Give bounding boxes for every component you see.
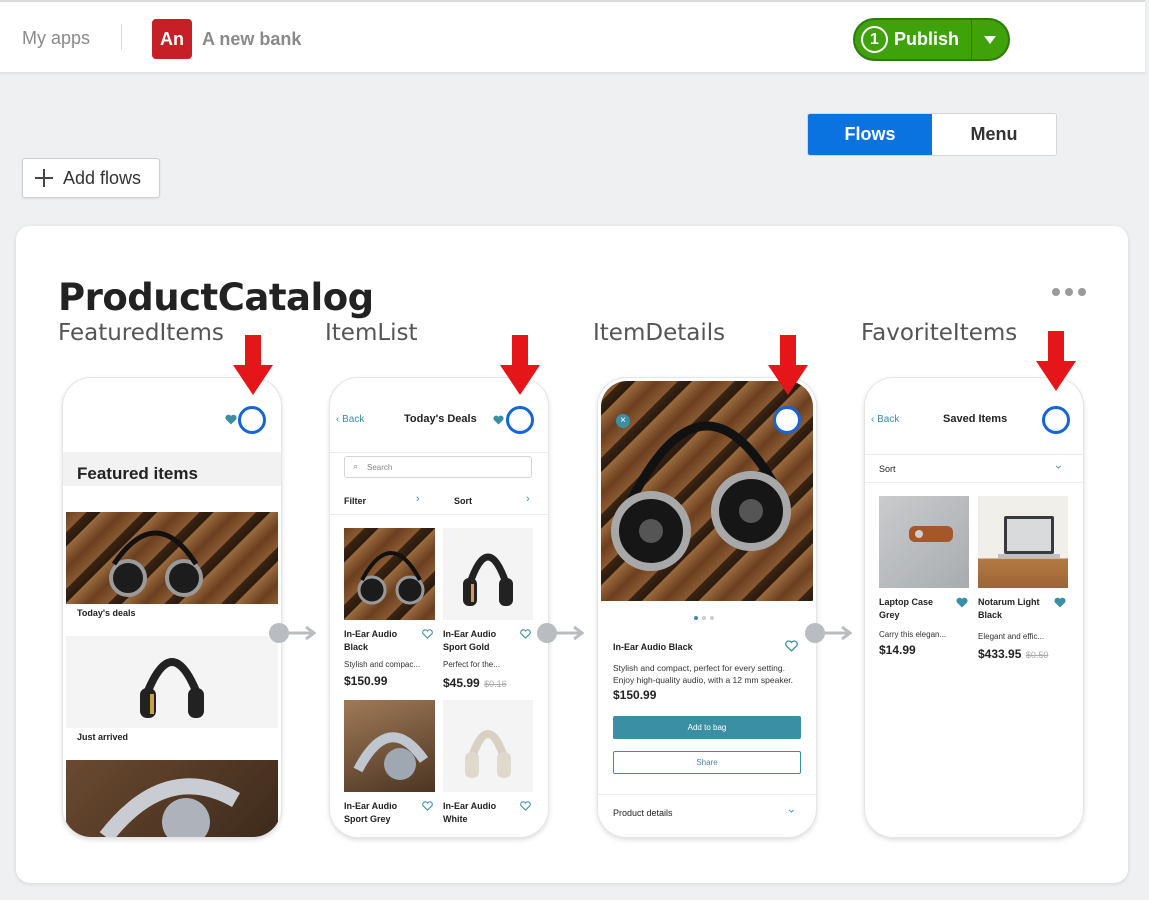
heart-outline-icon xyxy=(422,629,433,639)
section-label: Just arrived xyxy=(77,732,129,742)
screen-label-featured-items[interactable]: FeaturedItems xyxy=(58,320,224,346)
red-arrow-annotation-icon xyxy=(1036,331,1076,391)
screen-thumbnail-item-details[interactable]: × In-Ear Audio Black Stylish and compact… xyxy=(598,378,816,837)
red-arrow-annotation-icon xyxy=(500,335,540,395)
screen-thumbnail-favorite-items[interactable]: ‹ Back Saved Items Sort › Laptop Case Gre… xyxy=(865,378,1083,837)
add-flows-button[interactable]: Add flows xyxy=(22,158,160,198)
product-details-row: Product details xyxy=(613,808,673,818)
red-arrow-annotation-icon xyxy=(768,335,808,395)
section-label: Today's deals xyxy=(77,608,136,618)
more-options-icon[interactable] xyxy=(1052,288,1086,296)
carousel-dots xyxy=(694,616,714,620)
product-image xyxy=(879,496,969,588)
top-bar: My apps An A new bank 1 Publish xyxy=(0,0,1145,73)
view-switcher: Flows Menu xyxy=(807,113,1057,156)
chevron-right-icon: › xyxy=(416,493,420,505)
screen-title: Saved Items xyxy=(943,413,1008,425)
add-to-bag-button: Add to bag xyxy=(613,716,801,739)
my-apps-link[interactable]: My apps xyxy=(22,28,90,49)
product-name: Laptop Case Grey xyxy=(879,597,934,620)
close-icon: × xyxy=(616,414,630,428)
product-price: $150.99 xyxy=(613,688,657,702)
select-start-screen-radio[interactable] xyxy=(1042,406,1070,434)
screen-thumbnail-item-list[interactable]: ‹ Back Today's Deals ⌕ Search Filter › S… xyxy=(330,378,548,837)
publish-count-badge: 1 xyxy=(861,26,888,53)
tab-flows[interactable]: Flows xyxy=(808,114,932,155)
back-link: ‹ Back xyxy=(336,414,365,425)
heart-filled-icon xyxy=(493,415,504,425)
tab-menu[interactable]: Menu xyxy=(932,114,1056,155)
heart-outline-icon xyxy=(422,801,433,811)
product-image xyxy=(443,528,533,620)
screen-label-item-details[interactable]: ItemDetails xyxy=(593,320,725,346)
product-description: Stylish and compac... xyxy=(344,660,421,669)
heart-filled-icon xyxy=(225,414,237,425)
back-link: ‹ Back xyxy=(871,414,900,425)
app-avatar[interactable]: An xyxy=(152,19,192,59)
publish-label: Publish xyxy=(894,29,960,49)
publish-button[interactable]: 1 Publish xyxy=(855,20,971,59)
chevron-right-icon: › xyxy=(526,493,530,505)
caret-down-icon xyxy=(984,35,996,44)
flow-connector-arrow xyxy=(537,623,584,643)
flow-connector-arrow xyxy=(805,623,852,643)
flow-title: ProductCatalog xyxy=(58,276,374,319)
product-description: Elegant and effic... xyxy=(978,632,1045,641)
product-description: Carry this elegan... xyxy=(879,630,947,639)
product-name: In-Ear Audio White xyxy=(443,801,497,824)
product-name: In-Ear Audio Sport Grey xyxy=(344,801,398,824)
product-name: In-Ear Audio Black xyxy=(613,642,693,652)
product-price: $150.99 xyxy=(344,674,388,688)
app-name[interactable]: A new bank xyxy=(202,29,301,50)
heart-outline-icon xyxy=(520,801,531,811)
filter-label: Filter xyxy=(344,496,367,506)
screen-thumbnail-featured-items[interactable]: Featured items Today's deals Just arrive… xyxy=(63,378,281,837)
heart-filled-icon xyxy=(956,597,968,608)
share-button: Share xyxy=(613,751,801,774)
product-image xyxy=(978,496,1068,588)
product-image xyxy=(443,700,533,792)
search-input: ⌕ Search xyxy=(344,456,532,478)
product-image xyxy=(344,700,435,792)
publish-split-button: 1 Publish xyxy=(853,18,1010,61)
select-start-screen-radio[interactable] xyxy=(238,406,266,434)
product-name: Notarum Light Black xyxy=(978,597,1040,620)
product-price-group: $45.99 $0.16 xyxy=(443,676,507,690)
headphones-image xyxy=(66,512,278,604)
sort-label: Sort xyxy=(454,496,472,506)
sort-label: Sort xyxy=(879,464,896,474)
heart-filled-icon xyxy=(1054,597,1066,608)
heart-outline-icon xyxy=(520,629,531,639)
heart-outline-icon xyxy=(785,640,798,652)
product-name: In-Ear Audio Black xyxy=(344,629,398,652)
divider xyxy=(121,24,122,50)
plus-icon xyxy=(35,169,53,187)
product-description: Perfect for the... xyxy=(443,660,500,669)
select-start-screen-radio[interactable] xyxy=(506,406,534,434)
screen-label-favorite-items[interactable]: FavoriteItems xyxy=(861,320,1017,346)
product-price: $14.99 xyxy=(879,643,916,657)
chevron-down-icon: › xyxy=(785,809,799,813)
product-description: Stylish and compact, perfect for every s… xyxy=(613,663,794,685)
flow-connector-arrow xyxy=(269,623,316,643)
red-arrow-annotation-icon xyxy=(233,335,273,395)
screen-title: Today's Deals xyxy=(404,413,477,425)
chevron-down-icon: › xyxy=(1052,465,1066,469)
select-start-screen-radio[interactable] xyxy=(773,406,801,434)
screen-label-item-list[interactable]: ItemList xyxy=(325,320,418,346)
product-image xyxy=(344,528,435,620)
publish-dropdown-button[interactable] xyxy=(971,20,1008,59)
featured-heading: Featured items xyxy=(77,464,198,483)
product-price-group: $433.95 $0.50 xyxy=(978,647,1049,661)
headphones-image xyxy=(66,636,278,728)
add-flows-label: Add flows xyxy=(63,167,142,188)
headphones-image xyxy=(66,760,278,837)
product-name: In-Ear Audio Sport Gold xyxy=(443,629,497,652)
